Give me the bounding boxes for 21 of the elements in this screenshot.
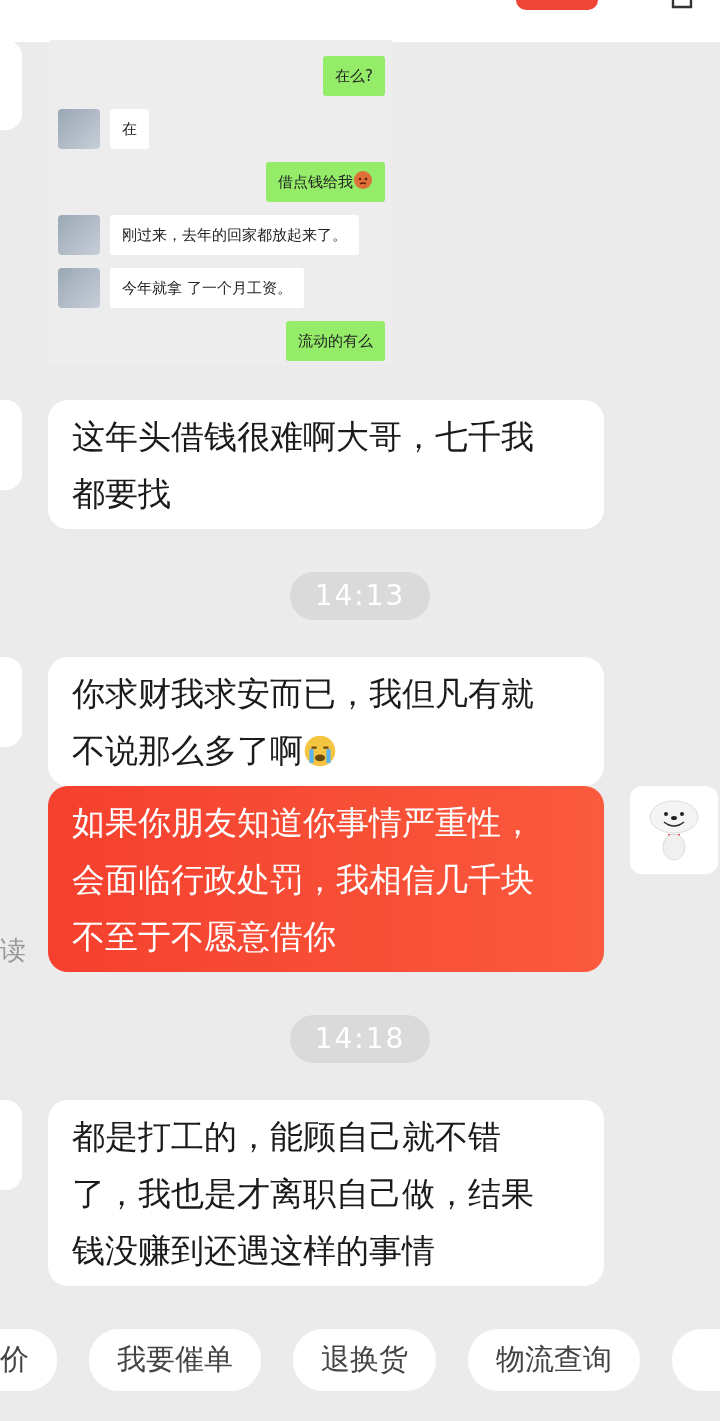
quick-action-chip[interactable]: 我要催单 — [89, 1329, 261, 1391]
message-bubble: 如果你朋友知道你事情严重性，会面临行政处罚，我相信几千块不至于不愿意借你 — [48, 786, 604, 972]
message-bubble: 今年就拿 了一个月工资。 — [110, 268, 304, 308]
header-button[interactable] — [516, 0, 598, 10]
quick-action-chip[interactable]: 退换货 — [293, 1329, 436, 1391]
message-bubble: 这年头借钱很难啊大哥，七千我都要找 — [48, 400, 604, 529]
message-bubble: 借点钱给我 — [266, 162, 385, 202]
read-status: 读 — [0, 935, 26, 965]
message-bubble: 在 — [110, 109, 149, 149]
message-bubble: 刚过来，去年的回家都放起来了。 — [110, 215, 359, 255]
quick-action-chip[interactable]: 物流查询 — [468, 1329, 640, 1391]
message-bubble: 在么? — [323, 56, 385, 96]
message-bubble: 都是打工的，能顾自己就不错了，我也是才离职自己做，结果钱没赚到还遇这样的事情 — [48, 1100, 604, 1286]
header-icon[interactable] — [670, 0, 694, 10]
avatar — [58, 109, 100, 149]
message-bubble: 你求财我求安而已，我但凡有就不说那么多了啊 — [48, 657, 604, 786]
avatar — [58, 215, 100, 255]
avatar[interactable] — [630, 786, 718, 874]
quick-action-chip[interactable]: 价 — [0, 1329, 57, 1391]
avatar — [58, 268, 100, 308]
message-bubble: 流动的有么 — [286, 321, 385, 361]
